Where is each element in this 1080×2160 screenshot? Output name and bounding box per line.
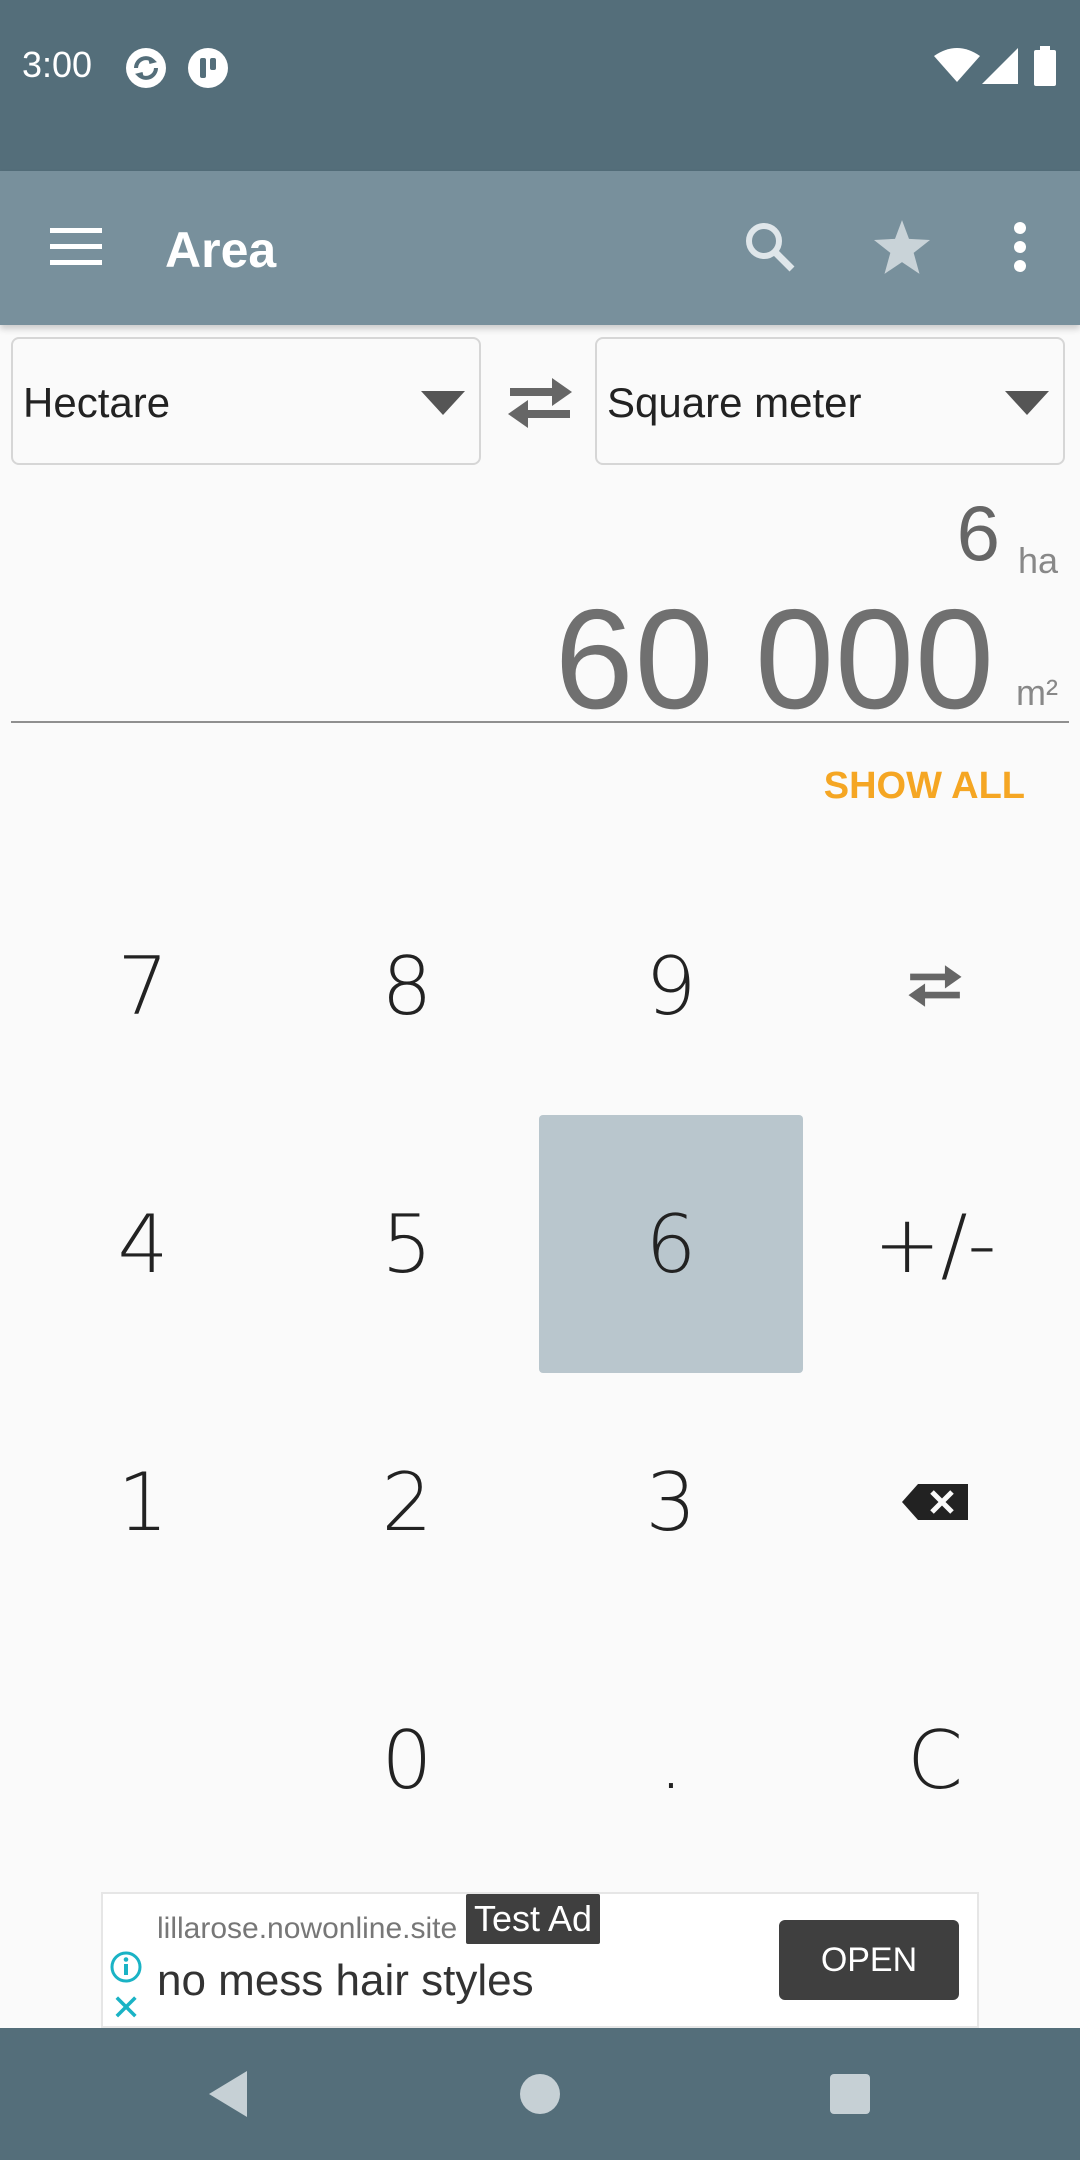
output-value: 60 000 — [554, 580, 995, 739]
to-unit-label: Square meter — [607, 379, 862, 426]
cell-signal-icon — [982, 48, 1018, 89]
battery-icon — [1034, 46, 1056, 91]
show-all-button[interactable]: SHOW ALL — [824, 765, 1025, 808]
more-options-icon[interactable] — [984, 211, 1056, 283]
dropdown-arrow-icon — [1005, 391, 1049, 415]
input-unit-symbol: ha — [1017, 540, 1058, 581]
swap-key[interactable] — [803, 857, 1067, 1115]
key-2[interactable]: 2 — [275, 1373, 539, 1631]
backspace-icon — [902, 1484, 968, 1520]
key-5[interactable]: 5 — [275, 1115, 539, 1373]
star-icon[interactable] — [866, 211, 938, 283]
menu-icon[interactable] — [40, 211, 112, 283]
ad-banner[interactable]: lillarose.nowonline.site Test Ad no mess… — [101, 1892, 979, 2028]
ad-close-icon[interactable]: ✕ — [111, 1990, 141, 2026]
toolbar-title: Area — [165, 222, 277, 278]
swap-units-icon — [908, 965, 962, 1007]
key-9[interactable]: 9 — [539, 857, 803, 1115]
status-time: 3:00 — [22, 44, 93, 85]
sync-notification-icon — [124, 46, 168, 95]
status-bar: 3:00 — [0, 0, 1080, 171]
search-icon[interactable] — [734, 211, 806, 283]
key-1[interactable]: 1 — [11, 1373, 275, 1631]
key-0[interactable]: 0 — [275, 1631, 539, 1889]
navigation-bar — [0, 2028, 1080, 2160]
key-8[interactable]: 8 — [275, 857, 539, 1115]
app-notification-icon — [186, 46, 230, 95]
output-unit-symbol: m² — [1016, 672, 1058, 713]
sign-toggle-key[interactable]: +/- — [803, 1115, 1067, 1373]
input-value: 6 — [956, 489, 1000, 577]
key-4[interactable]: 4 — [11, 1115, 275, 1373]
key-7[interactable]: 7 — [11, 857, 275, 1115]
swap-units-icon[interactable] — [500, 368, 580, 438]
backspace-key[interactable] — [803, 1373, 1067, 1631]
dropdown-arrow-icon — [421, 391, 465, 415]
ad-host: lillarose.nowonline.site — [157, 1912, 458, 1945]
to-unit-dropdown[interactable]: Square meter — [595, 337, 1065, 465]
decimal-key[interactable]: . — [539, 1631, 803, 1889]
from-unit-dropdown[interactable]: Hectare — [11, 337, 481, 465]
back-icon[interactable] — [196, 2062, 260, 2126]
from-unit-label: Hectare — [23, 379, 171, 426]
wifi-icon — [934, 48, 980, 89]
home-icon[interactable] — [508, 2062, 572, 2126]
ad-info-icon[interactable] — [109, 1950, 143, 1989]
ad-headline[interactable]: no mess hair styles — [157, 1956, 534, 2006]
ad-badge: Test Ad — [466, 1894, 601, 1944]
recents-icon[interactable] — [818, 2062, 882, 2126]
clear-key[interactable]: C — [803, 1631, 1067, 1889]
app-toolbar: Area — [0, 171, 1080, 325]
ad-open-button[interactable]: OPEN — [779, 1920, 959, 2000]
display-divider — [11, 721, 1069, 723]
key-3[interactable]: 3 — [539, 1373, 803, 1631]
key-6[interactable]: 6 — [539, 1115, 803, 1373]
